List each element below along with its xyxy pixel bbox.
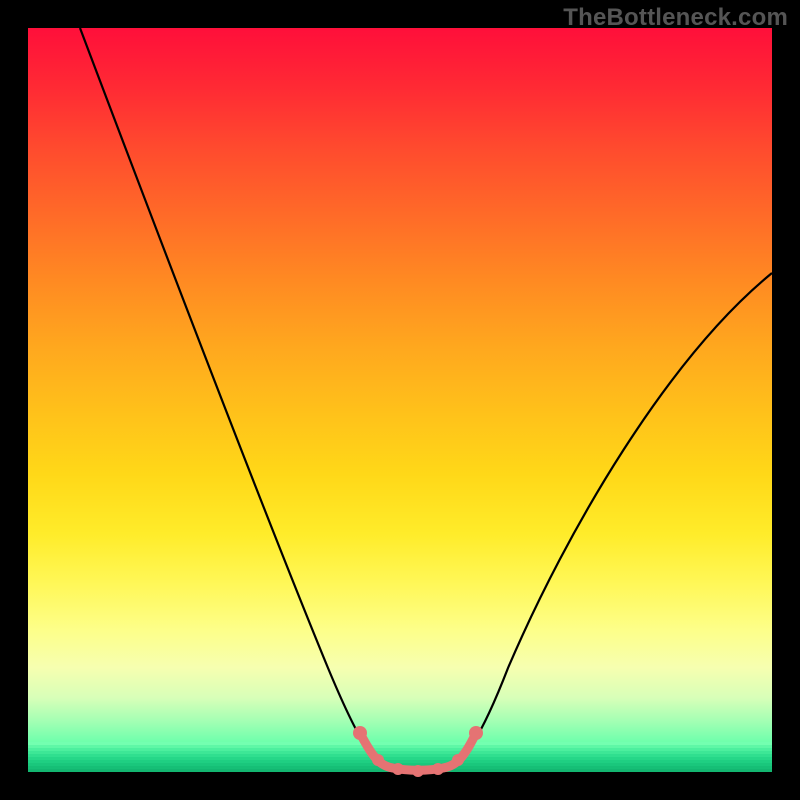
- valley-marker-point: [432, 763, 444, 775]
- valley-marker-point: [372, 754, 384, 766]
- curve-svg: [28, 28, 772, 772]
- chart-frame: TheBottleneck.com: [0, 0, 800, 800]
- valley-marker-point: [452, 754, 464, 766]
- bottleneck-curve-path: [80, 28, 772, 769]
- valley-marker-point: [469, 726, 483, 740]
- valley-marker-point: [392, 763, 404, 775]
- watermark-text: TheBottleneck.com: [563, 4, 788, 32]
- plot-area: [28, 28, 772, 772]
- valley-marker-point: [412, 765, 424, 777]
- valley-marker-point: [353, 726, 367, 740]
